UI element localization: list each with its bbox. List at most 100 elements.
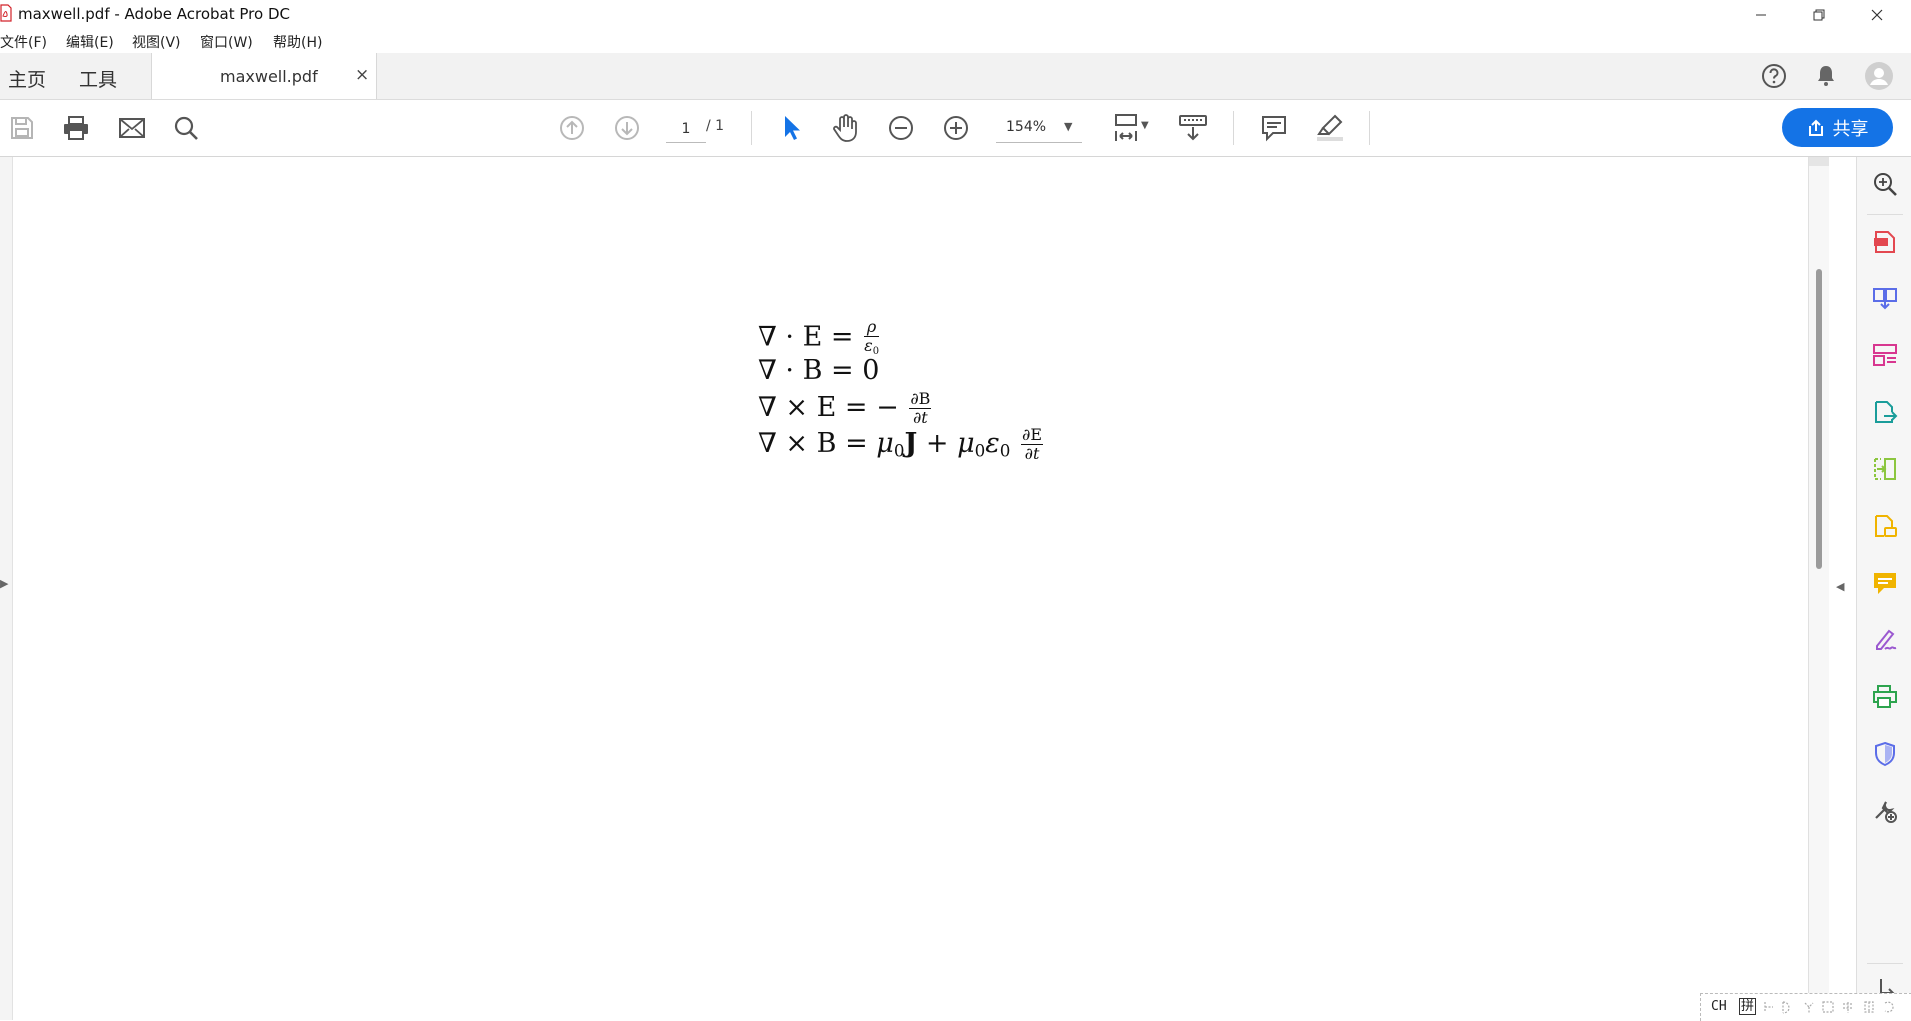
- equation-2: ∇ · B = 0: [758, 355, 880, 386]
- combine-files-icon: [1873, 288, 1897, 310]
- fill-sign-icon: [1876, 629, 1897, 650]
- document-view[interactable]: ∇ · E = ρ ε0 ∇ · B = 0 ∇ × E = − ∂B ∂t ∇…: [0, 157, 1856, 1020]
- zoom-search-button[interactable]: [1871, 170, 1899, 198]
- equation-1: ∇ · E = ρ ε0: [758, 319, 1045, 356]
- account-button[interactable]: [1864, 61, 1894, 95]
- maxwell-equations: ∇ · E = ρ ε0 ∇ · B = 0 ∇ × E = − ∂B ∂t ∇…: [758, 319, 1045, 463]
- search-icon: [174, 116, 198, 140]
- menu-bar: 文件(F) 编辑(E) 视图(V) 窗口(W) 帮助(H): [0, 29, 1690, 53]
- expand-left-panel-icon[interactable]: ▶: [0, 577, 8, 590]
- fit-page-icon: [1115, 114, 1137, 141]
- menu-help[interactable]: 帮助(H): [273, 32, 322, 52]
- equation-3: ∇ × E = − ∂B ∂t: [758, 391, 1045, 427]
- arrow-down-circle-icon: [615, 116, 639, 140]
- print-production-button[interactable]: [1871, 683, 1899, 711]
- eq4-epsilon: ε: [985, 428, 1000, 459]
- comment-tool-button[interactable]: [1871, 569, 1899, 597]
- menu-view[interactable]: 视图(V): [132, 32, 181, 52]
- export-pdf-button[interactable]: [1871, 398, 1899, 426]
- eq3-numerator: ∂B: [909, 389, 932, 409]
- zoom-out-icon: [889, 116, 913, 140]
- create-pdf-button[interactable]: [1871, 227, 1899, 255]
- select-tool-button[interactable]: [772, 108, 812, 148]
- eq4-lhs: ∇ × B =: [758, 428, 877, 459]
- close-window-button[interactable]: [1854, 0, 1900, 29]
- more-tools-button[interactable]: [1871, 797, 1899, 825]
- fit-page-dropdown-icon[interactable]: ▼: [1141, 120, 1149, 131]
- help-button[interactable]: [1760, 62, 1788, 94]
- eq4-epsilon-sub: 0: [999, 440, 1011, 461]
- help-icon: [1762, 64, 1786, 88]
- cursor-arrow-icon: [785, 116, 800, 140]
- arrow-up-circle-icon: [560, 116, 584, 140]
- share-button[interactable]: 共享: [1782, 108, 1893, 147]
- menu-window[interactable]: 窗口(W): [200, 32, 253, 52]
- eq4-denominator: ∂t: [1024, 444, 1040, 463]
- hand-icon: [833, 114, 857, 142]
- window-title: maxwell.pdf - Adobe Acrobat Pro DC: [18, 5, 290, 23]
- restore-icon: [1813, 9, 1825, 20]
- right-tools-panel: [1856, 157, 1911, 1020]
- highlight-button[interactable]: [1310, 108, 1350, 148]
- zoom-in-button[interactable]: [936, 108, 976, 148]
- eq4-plus: +: [917, 428, 958, 459]
- scroll-mode-button[interactable]: [1173, 108, 1213, 148]
- zoom-out-button[interactable]: [881, 108, 921, 148]
- page-number-input[interactable]: [666, 116, 706, 143]
- share-label: 共享: [1832, 118, 1869, 140]
- save-button[interactable]: [2, 108, 42, 148]
- chevron-down-icon: ▼: [1064, 120, 1073, 133]
- tab-home[interactable]: 主页: [8, 65, 46, 92]
- scrollbar-thumb[interactable]: [1816, 269, 1822, 569]
- minimize-button[interactable]: [1738, 0, 1784, 29]
- tab-tools[interactable]: 工具: [79, 65, 117, 92]
- close-tab-button[interactable]: ×: [355, 65, 369, 85]
- protect-button[interactable]: [1871, 740, 1899, 768]
- panel-divider: [1867, 214, 1903, 215]
- hand-tool-button[interactable]: [826, 108, 866, 148]
- tab-bar: 主页 工具 maxwell.pdf ×: [0, 53, 1911, 100]
- ime-tools-icon: [1764, 1001, 1894, 1014]
- restore-button[interactable]: [1796, 0, 1842, 29]
- avatar-icon: [1865, 62, 1893, 90]
- request-signature-button[interactable]: [1871, 512, 1899, 540]
- menu-edit[interactable]: 编辑(E): [66, 32, 114, 52]
- zoom-level-dropdown[interactable]: 154% ▼: [996, 114, 1082, 143]
- panel-divider: [1867, 963, 1903, 964]
- ime-language[interactable]: CH: [1711, 999, 1727, 1014]
- eq1-denominator: ε: [864, 336, 873, 355]
- ime-status-bar: CH 拼: [1700, 993, 1911, 1021]
- print-button[interactable]: [56, 108, 96, 148]
- email-button[interactable]: [112, 108, 152, 148]
- tab-document[interactable]: maxwell.pdf ×: [151, 53, 377, 99]
- next-page-button[interactable]: [607, 108, 647, 148]
- search-button[interactable]: [166, 108, 206, 148]
- close-icon: [1871, 9, 1883, 20]
- collapse-right-panel-icon[interactable]: ◀: [1836, 580, 1844, 593]
- organize-pages-icon: [1873, 344, 1897, 366]
- previous-page-button[interactable]: [552, 108, 592, 148]
- organize-pages-button[interactable]: [1871, 341, 1899, 369]
- add-comment-button[interactable]: [1254, 108, 1294, 148]
- vertical-scrollbar[interactable]: [1808, 157, 1829, 1020]
- eq4-mu2: μ: [957, 428, 975, 459]
- left-panel-collapsed: ▶: [0, 157, 13, 1020]
- toolbar-divider: [1233, 111, 1234, 145]
- keyboard-scroll-icon: [1179, 115, 1207, 141]
- toolbar-divider: [1369, 111, 1370, 145]
- fill-sign-button[interactable]: [1871, 626, 1899, 654]
- menu-file[interactable]: 文件(F): [0, 32, 47, 52]
- fit-page-button[interactable]: [1106, 108, 1146, 148]
- notifications-button[interactable]: [1812, 62, 1840, 94]
- edit-pdf-button[interactable]: [1871, 455, 1899, 483]
- combine-files-button[interactable]: [1871, 284, 1899, 312]
- toolbar-divider: [751, 111, 752, 145]
- title-bar: maxwell.pdf - Adobe Acrobat Pro DC: [0, 0, 1911, 29]
- print-production-icon: [1873, 685, 1897, 708]
- eq1-numerator: ρ: [864, 319, 880, 337]
- comment-tool-icon: [1874, 573, 1896, 594]
- document-tab-label: maxwell.pdf: [220, 67, 318, 86]
- ime-mode[interactable]: 拼: [1739, 998, 1757, 1015]
- request-signature-icon: [1875, 515, 1897, 537]
- highlighter-icon: [1317, 114, 1343, 141]
